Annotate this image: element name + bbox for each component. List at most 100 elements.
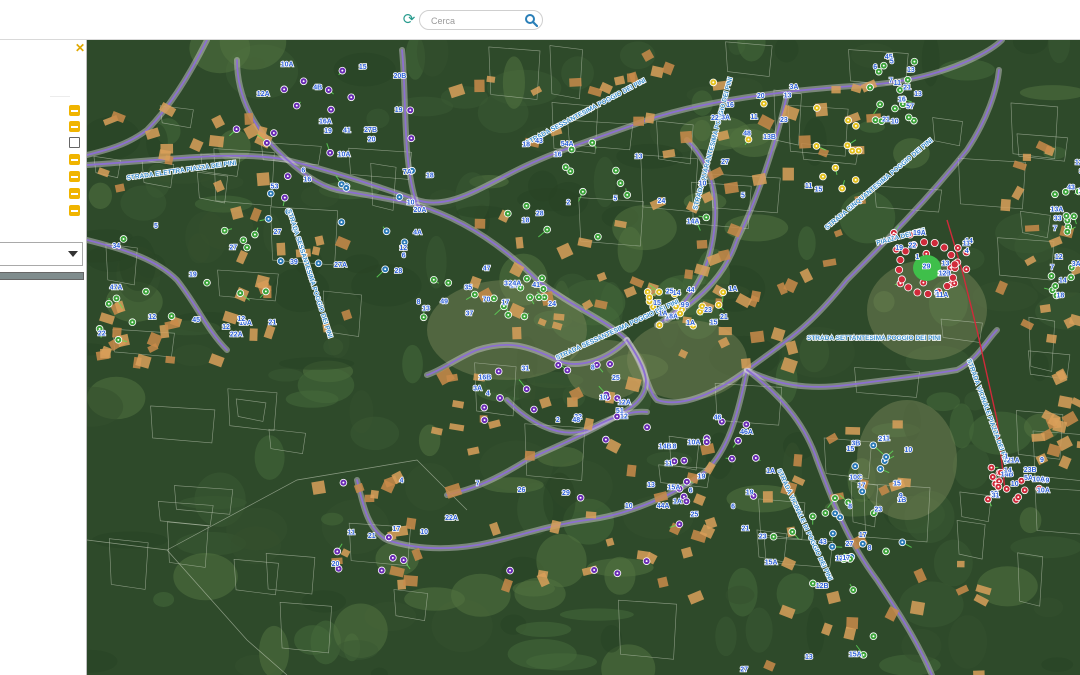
terrain-patch bbox=[1019, 507, 1042, 534]
address-marker-center bbox=[991, 475, 994, 478]
address-marker-red[interactable] bbox=[895, 265, 904, 274]
house-footprint bbox=[100, 348, 111, 359]
house-number-label: 29 bbox=[923, 264, 931, 271]
house-number-label: 10 bbox=[699, 180, 707, 187]
address-marker-center bbox=[1050, 274, 1053, 277]
house-number-label: 1A bbox=[673, 498, 682, 505]
address-marker-center bbox=[913, 60, 916, 63]
address-marker-center bbox=[1070, 276, 1073, 279]
close-icon[interactable]: ✕ bbox=[74, 42, 86, 54]
terrain-patch bbox=[526, 653, 598, 671]
address-marker-red[interactable] bbox=[904, 283, 913, 292]
address-marker-center bbox=[1005, 487, 1008, 490]
house-number-label: 12 bbox=[148, 314, 156, 321]
magnifier-icon[interactable] bbox=[524, 13, 538, 27]
house-number-label: 14A bbox=[687, 218, 700, 225]
house-number-label: 27 bbox=[845, 541, 853, 548]
address-marker-center bbox=[269, 192, 272, 195]
address-marker-red[interactable] bbox=[930, 239, 939, 248]
terrain-patch bbox=[226, 507, 288, 551]
address-marker-center bbox=[286, 175, 289, 178]
address-marker-red[interactable] bbox=[943, 282, 952, 291]
refresh-icon[interactable]: ⟳ bbox=[401, 12, 417, 28]
address-marker-center bbox=[872, 444, 875, 447]
collapse-group-2-minus-square-icon[interactable] bbox=[69, 121, 80, 132]
terrain-patch bbox=[278, 357, 355, 370]
address-marker-center bbox=[345, 186, 348, 189]
address-marker-red[interactable] bbox=[923, 289, 932, 298]
collapse-group-6-minus-square-icon[interactable] bbox=[69, 205, 80, 216]
address-marker-center bbox=[998, 480, 1001, 483]
address-marker-center bbox=[283, 88, 286, 91]
divider bbox=[50, 96, 70, 97]
house-number-label: 11 bbox=[883, 436, 891, 443]
house-footprint bbox=[696, 239, 708, 249]
address-marker-center bbox=[1065, 214, 1068, 217]
address-marker-center bbox=[658, 290, 661, 293]
address-marker-center bbox=[815, 106, 818, 109]
address-marker-center bbox=[879, 467, 882, 470]
address-marker-center bbox=[525, 204, 528, 207]
house-number-label: 41 bbox=[343, 127, 351, 134]
layer-select[interactable] bbox=[0, 242, 83, 266]
address-marker-center bbox=[337, 567, 340, 570]
address-marker-center bbox=[874, 119, 877, 122]
house-number-label: 3A bbox=[721, 115, 730, 122]
address-marker-center bbox=[772, 535, 775, 538]
house-number-label: 16B bbox=[478, 374, 491, 381]
address-marker-center bbox=[851, 149, 854, 152]
terrain-patch bbox=[268, 368, 304, 382]
house-number-label: 10 bbox=[891, 119, 899, 126]
address-marker-center bbox=[965, 268, 968, 271]
address-marker-center bbox=[705, 441, 708, 444]
address-marker-red[interactable] bbox=[913, 288, 922, 297]
address-marker-center bbox=[523, 315, 526, 318]
house-number-label: 24 bbox=[548, 301, 556, 308]
house-number-label: 6 bbox=[873, 64, 877, 71]
address-marker-center bbox=[907, 116, 910, 119]
address-marker-red[interactable] bbox=[920, 238, 929, 247]
house-number-label: 23 bbox=[874, 506, 882, 513]
house-number-label: 28 bbox=[394, 268, 402, 275]
collapse-group-4-minus-square-icon[interactable] bbox=[69, 171, 80, 182]
house-number-label: 6 bbox=[731, 504, 735, 511]
house-footprint bbox=[892, 420, 903, 429]
address-marker-red[interactable] bbox=[950, 260, 959, 269]
layer-checkbox[interactable] bbox=[69, 137, 80, 148]
house-number-label: 5 bbox=[613, 195, 617, 202]
terrain-patch bbox=[948, 615, 988, 669]
address-marker-center bbox=[834, 166, 837, 169]
house-number-label: 24 bbox=[657, 198, 665, 205]
collapse-group-1-minus-square-icon[interactable] bbox=[69, 105, 80, 116]
address-marker-red[interactable] bbox=[947, 250, 956, 259]
collapse-group-3-minus-square-icon[interactable] bbox=[69, 154, 80, 165]
address-marker-center bbox=[861, 542, 864, 545]
address-marker-center bbox=[616, 572, 619, 575]
house-number-label: 11 bbox=[348, 530, 356, 537]
address-marker-center bbox=[619, 182, 622, 185]
address-marker-center bbox=[678, 523, 681, 526]
terrain-patch bbox=[933, 539, 973, 587]
address-marker-center bbox=[499, 396, 502, 399]
house-number-label: 5 bbox=[890, 58, 894, 65]
search-input[interactable] bbox=[429, 13, 525, 29]
map-view[interactable]: STRADA ELETTRA PIAZZA DEI PINI STRADA SES… bbox=[87, 40, 1080, 675]
address-marker-center bbox=[922, 281, 925, 284]
address-marker-red[interactable] bbox=[940, 243, 949, 252]
address-marker-red[interactable] bbox=[897, 275, 906, 284]
house-number-label: 45 bbox=[192, 317, 200, 324]
terrain-patch bbox=[715, 616, 737, 657]
house-number-label: 23 bbox=[704, 307, 712, 314]
house-number-label: 2 bbox=[566, 200, 570, 207]
address-marker-center bbox=[811, 582, 814, 585]
house-number-label: 10A bbox=[1032, 476, 1045, 483]
house-number-label: 28 bbox=[536, 210, 544, 217]
house-number-label: 46 bbox=[714, 414, 722, 421]
house-footprint bbox=[515, 236, 524, 249]
aerial-map[interactable]: STRADA ELETTRA PIAZZA DEI PINISTRADA SES… bbox=[87, 40, 1080, 675]
collapse-group-5-minus-square-icon[interactable] bbox=[69, 188, 80, 199]
terrain-patch bbox=[350, 416, 400, 451]
address-marker-red[interactable] bbox=[896, 255, 905, 264]
clearing bbox=[857, 400, 957, 520]
address-marker-center bbox=[239, 292, 242, 295]
